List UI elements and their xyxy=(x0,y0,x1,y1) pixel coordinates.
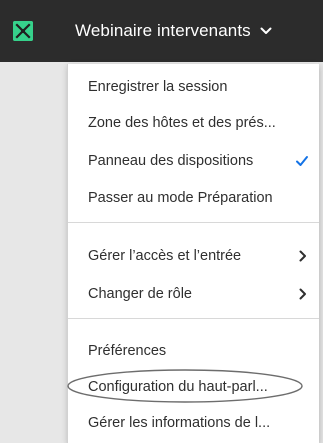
background-panel-left xyxy=(0,62,68,443)
menu-item-label: Zone des hôtes et des prés... xyxy=(88,115,276,131)
menu-item-label: Panneau des dispositions xyxy=(88,153,254,169)
menu-item-layouts-panel[interactable]: Panneau des dispositions xyxy=(68,145,319,177)
menu-divider xyxy=(68,318,319,319)
menu-item-label: Changer de rôle xyxy=(88,286,192,302)
menu-item-record-session[interactable]: Enregistrer la session xyxy=(68,71,319,103)
menu-item-preferences[interactable]: Préférences xyxy=(68,335,319,367)
top-bar: Webinaire intervenants xyxy=(0,0,323,62)
checkmark-icon xyxy=(296,156,308,166)
menu-item-label: Préférences xyxy=(88,343,167,359)
room-menu-dropdown: Enregistrer la session Zone des hôtes et… xyxy=(68,64,319,443)
menu-item-speaker-setup[interactable]: Configuration du haut-parl... xyxy=(68,371,319,403)
menu-item-change-role[interactable]: Changer de rôle xyxy=(68,278,319,310)
menu-item-label: Enregistrer la session xyxy=(88,79,228,95)
logo-glyph xyxy=(13,21,33,41)
menu-divider xyxy=(68,222,319,223)
room-title: Webinaire intervenants xyxy=(75,21,251,40)
chevron-right-icon xyxy=(299,288,306,300)
menu-item-label: Configuration du haut-parl... xyxy=(88,379,268,395)
app-logo-icon[interactable] xyxy=(13,21,33,41)
menu-item-prepare-mode[interactable]: Passer au mode Préparation xyxy=(68,182,319,214)
app-window: Webinaire intervenants Enregistrer la se… xyxy=(0,0,323,443)
chevron-right-icon xyxy=(299,250,306,262)
room-title-dropdown[interactable]: Webinaire intervenants xyxy=(75,18,273,44)
menu-item-label: Gérer les informations de l... xyxy=(88,415,271,431)
menu-item-label: Passer au mode Préparation xyxy=(88,190,273,206)
menu-item-label: Gérer l’accès et l’entrée xyxy=(88,248,242,264)
chevron-down-icon xyxy=(260,27,272,34)
menu-item-host-presenter-area[interactable]: Zone des hôtes et des prés... xyxy=(68,107,319,139)
menu-item-manage-information[interactable]: Gérer les informations de l... xyxy=(68,407,319,439)
menu-item-manage-access[interactable]: Gérer l’accès et l’entrée xyxy=(68,240,319,272)
